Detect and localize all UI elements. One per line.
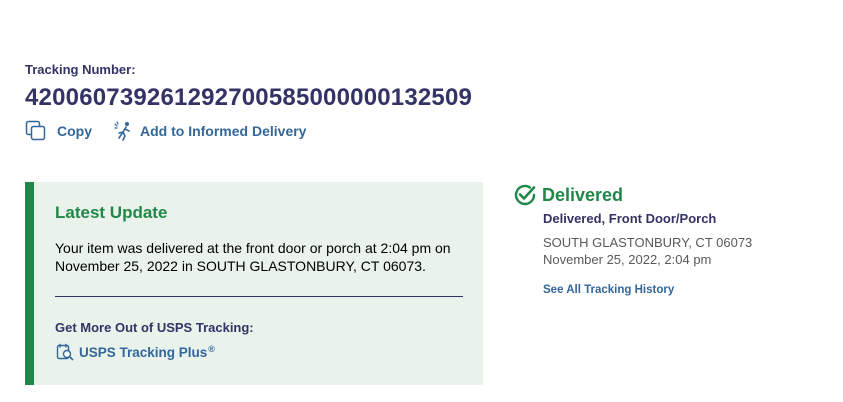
copy-icon — [25, 120, 46, 141]
latest-update-panel: Latest Update Your item was delivered at… — [25, 182, 483, 385]
tracking-number-label: Tracking Number: — [25, 62, 136, 77]
tracking-page: Tracking Number: 42006073926129270058500… — [0, 0, 843, 402]
status-location: SOUTH GLASTONBURY, CT 06073 — [543, 235, 753, 250]
latest-update-text: Your item was delivered at the front doo… — [55, 240, 451, 274]
tracking-plus-icon — [56, 343, 74, 361]
status-datetime: November 25, 2022, 2:04 pm — [543, 252, 712, 267]
usps-tracking-plus-link[interactable]: USPS Tracking Plus ® — [56, 343, 215, 361]
status-header: Delivered — [513, 183, 833, 207]
copy-label: Copy — [57, 123, 92, 139]
more-tracking-title: Get More Out of USPS Tracking: — [55, 320, 254, 335]
status-title: Delivered — [542, 184, 624, 205]
add-informed-delivery-button[interactable]: Add to Informed Delivery — [114, 121, 306, 141]
informed-delivery-icon — [114, 121, 130, 141]
divider — [55, 296, 463, 297]
copy-button[interactable]: Copy — [25, 120, 92, 142]
informed-delivery-label: Add to Informed Delivery — [140, 123, 307, 139]
delivery-status: Delivered Delivered, Front Door/Porch SO… — [513, 183, 833, 296]
status-location-block: SOUTH GLASTONBURY, CT 06073 November 25,… — [543, 234, 833, 268]
check-circle-icon — [514, 184, 536, 206]
latest-update-title: Latest Update — [55, 203, 168, 222]
tracking-plus-label: USPS Tracking Plus — [79, 344, 208, 360]
see-all-tracking-history-link[interactable]: See All Tracking History — [543, 284, 833, 296]
registered-mark: ® — [208, 344, 215, 354]
tracking-actions: Copy Add to Informed Delivery — [25, 120, 306, 142]
tracking-number: 420060739261292700585000000132509 — [25, 84, 473, 111]
status-detail: Delivered, Front Door/Porch — [543, 211, 717, 226]
